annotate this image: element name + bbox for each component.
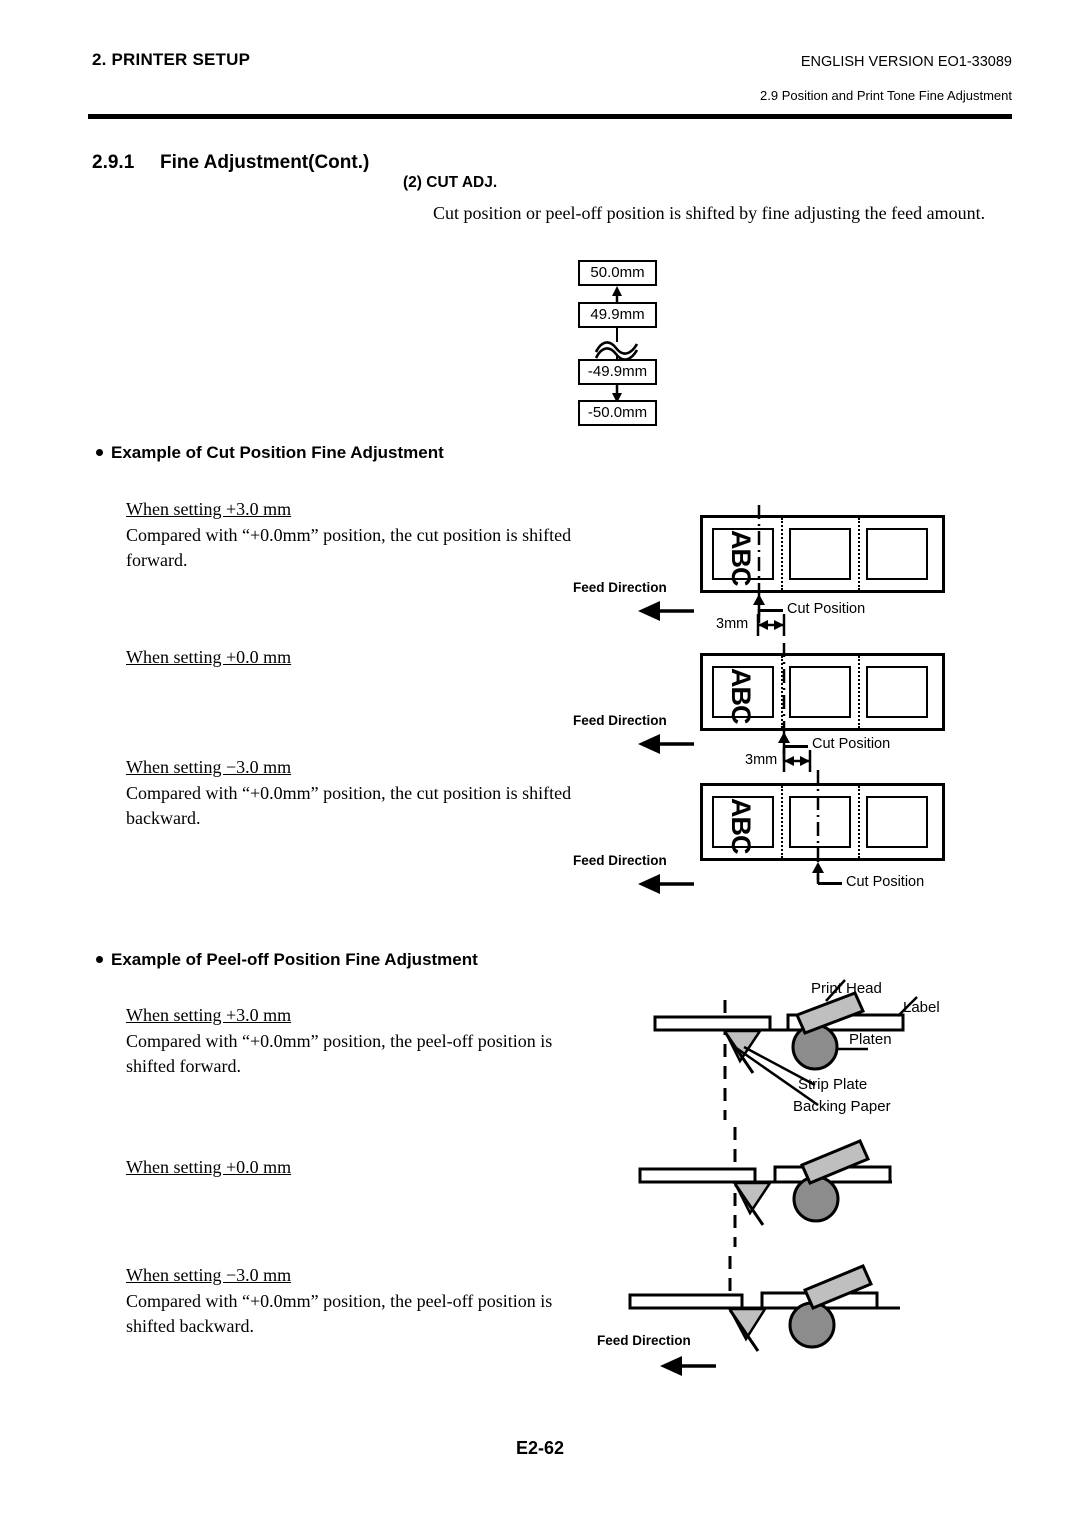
peel-mechanism-drawing-2 <box>638 1127 892 1247</box>
label-cell-2 <box>789 796 851 848</box>
document-page: 2. PRINTER SETUP ENGLISH VERSION EO1-330… <box>0 0 1080 1528</box>
label-gap-separator-2 <box>858 656 860 728</box>
label-gap-separator-2 <box>858 518 860 590</box>
strip-plate-label: Strip Plate <box>798 1076 868 1093</box>
feed-direction-label-1: Feed Direction <box>573 580 667 595</box>
cut-adj-description: Cut position or peel-off position is shi… <box>433 203 986 223</box>
header-chapter: 2. PRINTER SETUP <box>92 50 251 69</box>
range-box-near-max: 49.9mm <box>578 302 657 328</box>
cut-case-minus3: When setting −3.0 mm Compared with “+0.0… <box>126 755 596 832</box>
feed-direction-arrow-icon-1 <box>638 601 694 621</box>
label-cell-2 <box>789 666 851 718</box>
peel-case-minus3-setting: When setting −3.0 mm <box>126 1265 292 1285</box>
peel-section-heading: Example of Peel-off Position Fine Adjust… <box>96 950 478 970</box>
label-gap-separator-1 <box>781 518 783 590</box>
cut-position-label: Cut Position <box>787 601 866 617</box>
cut-position-arrow-icon <box>812 862 824 884</box>
label-label: Label <box>903 999 940 1016</box>
peel-mechanism-drawing-1 <box>653 979 918 1120</box>
peel-case-minus3-line1: Compared with “+0.0mm” position, the pee… <box>126 1290 474 1311</box>
section-title: Fine Adjustment(Cont.) <box>160 152 370 173</box>
dimension-label-3mm: 3mm <box>745 752 778 768</box>
cut-position-leader <box>818 882 842 885</box>
print-head-label: Print Head <box>811 980 882 997</box>
label-cell-3 <box>866 666 928 718</box>
peel-case-plus3: When setting +3.0 mm Compared with “+0.0… <box>126 1003 596 1080</box>
cut-case-zero-setting: When setting +0.0 mm <box>126 647 292 667</box>
label-print-abc: ABC <box>726 668 756 724</box>
label-print-abc: ABC <box>726 530 756 586</box>
peel-case-plus3-setting: When setting +3.0 mm <box>126 1005 292 1025</box>
bullet-dot-icon <box>96 955 103 963</box>
cut-case-minus3-line1: Compared with “+0.0mm” position, the cut… <box>126 782 502 803</box>
header-subsection: 2.9 Position and Print Tone Fine Adjustm… <box>760 88 1012 103</box>
label-gap-separator-1 <box>781 786 783 858</box>
feed-direction-arrow-icon-3 <box>638 874 694 894</box>
footer-page-number: E2-62 <box>515 1438 565 1458</box>
label-print-abc: ABC <box>726 798 756 854</box>
section-number: 2.9.1 <box>92 152 135 173</box>
feed-direction-label-peel: Feed Direction <box>597 1333 691 1348</box>
cut-case-plus3: When setting +3.0 mm Compared with “+0.0… <box>126 497 596 574</box>
feed-direction-arrow-icon-peel <box>660 1356 716 1376</box>
range-box-near-min: -49.9mm <box>578 359 657 385</box>
feed-direction-arrow-icon-2 <box>638 734 694 754</box>
header-version: ENGLISH VERSION EO1-33089 <box>800 54 1012 70</box>
bullet-dot-icon <box>96 448 103 456</box>
peel-case-plus3-line1: Compared with “+0.0mm” position, the pee… <box>126 1030 474 1051</box>
cut-case-minus3-setting: When setting −3.0 mm <box>126 757 292 777</box>
range-box-min: -50.0mm <box>578 400 657 426</box>
peel-mechanism-drawing-3 <box>628 1256 900 1352</box>
header-rule <box>88 114 1012 119</box>
backing-paper-label: Backing Paper <box>793 1098 891 1115</box>
feed-direction-label-3: Feed Direction <box>573 853 667 868</box>
label-gap-separator-2 <box>858 786 860 858</box>
cut-section-heading: Example of Cut Position Fine Adjustment <box>96 443 444 463</box>
range-box-max: 50.0mm <box>578 260 657 286</box>
cut-case-zero: When setting +0.0 mm <box>126 645 596 671</box>
cut-case-plus3-setting: When setting +3.0 mm <box>126 499 292 519</box>
platen-label: Platen <box>849 1031 892 1048</box>
peel-case-zero-setting: When setting +0.0 mm <box>126 1157 292 1177</box>
label-cell-3 <box>866 796 928 848</box>
cut-case-plus3-line1: Compared with “+0.0mm” position, the cut… <box>126 524 502 545</box>
peel-case-zero: When setting +0.0 mm <box>126 1155 596 1181</box>
label-cell-2 <box>789 528 851 580</box>
peel-section-heading-text: Example of Peel-off Position Fine Adjust… <box>111 950 478 969</box>
dimension-arrows-icon <box>756 614 786 636</box>
peel-case-minus3: When setting −3.0 mm Compared with “+0.0… <box>126 1263 596 1340</box>
cut-adj-heading: (2) CUT ADJ. <box>403 174 498 191</box>
dimension-label-3mm: 3mm <box>716 616 749 632</box>
cut-section-heading-text: Example of Cut Position Fine Adjustment <box>111 443 444 462</box>
feed-direction-label-2: Feed Direction <box>573 713 667 728</box>
label-cell-3 <box>866 528 928 580</box>
cut-position-label: Cut Position <box>846 874 925 890</box>
